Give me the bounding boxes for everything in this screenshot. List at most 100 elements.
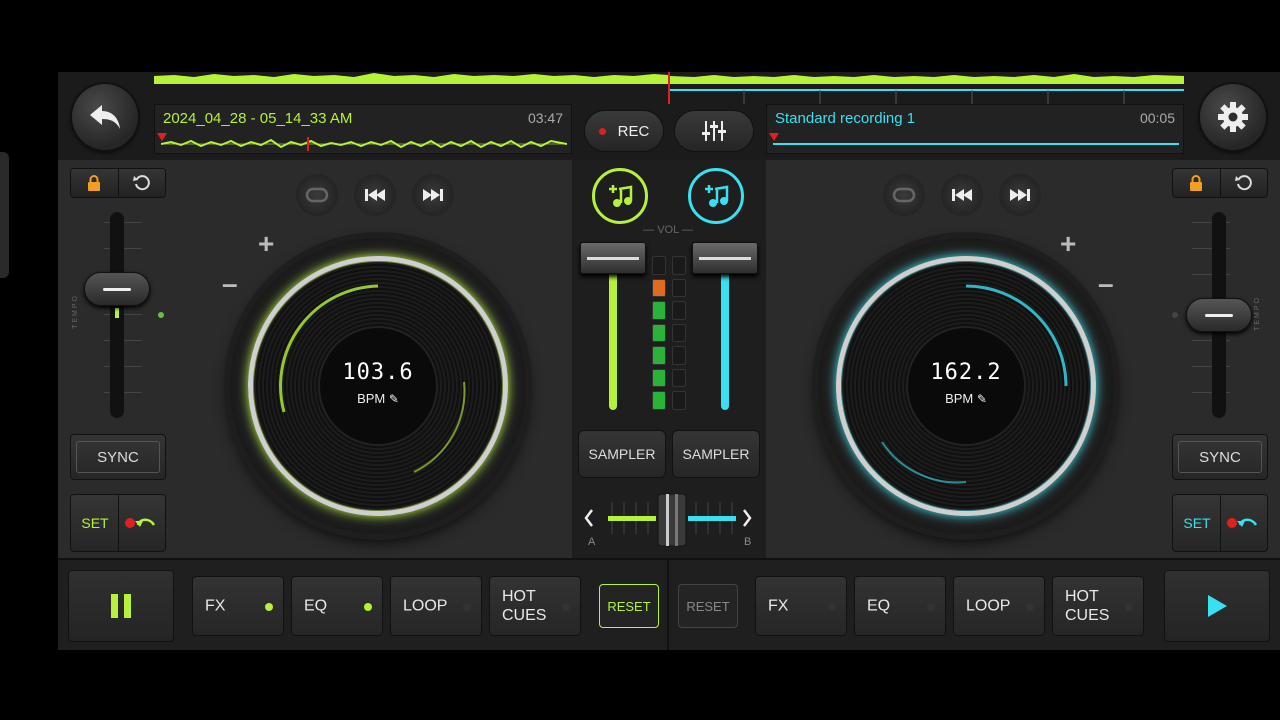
- deck-b-bpm-label-row: BPM ✎: [908, 391, 1024, 406]
- deck-a-track-panel[interactable]: 2024_04_28 - 05_14_33 AM 03:47: [154, 104, 572, 154]
- edit-pencil-icon: ✎: [388, 392, 399, 406]
- lock-icon: [88, 175, 101, 191]
- deck-a-track-time: 03:47: [527, 110, 563, 126]
- deck-a-loop-label: LOOP: [403, 597, 448, 615]
- deck-a-hot-cues-button[interactable]: HOT CUES: [489, 576, 581, 636]
- deck-b-jog-wheel[interactable]: 162.2 BPM ✎: [818, 238, 1114, 534]
- deck-b-cue-return-button[interactable]: [1220, 494, 1268, 552]
- deck-a-bpm-label-row: BPM ✎: [320, 391, 436, 406]
- crossfader[interactable]: A B: [578, 490, 768, 554]
- top-bar: 2024_04_28 - 05_14_33 AM 03:47 REC Stand…: [58, 72, 1280, 160]
- dj-app: 2024_04_28 - 05_14_33 AM 03:47 REC Stand…: [58, 72, 1280, 650]
- deck-a-playhead: [157, 133, 167, 141]
- deck-b-fx-led: [828, 603, 836, 611]
- deck-b-hot-cues-led: [1125, 603, 1133, 611]
- deck-b-tempo-knob[interactable]: [1186, 298, 1252, 332]
- loop-icon: [305, 187, 329, 203]
- deck-b-next-button[interactable]: [999, 174, 1041, 216]
- deck-b-fx-label: FX: [768, 597, 789, 615]
- deck-b-bpm-display[interactable]: 162.2 BPM ✎: [906, 326, 1026, 446]
- rec-dot-icon: [598, 127, 606, 135]
- deck-a-pitch-minus-icon[interactable]: –: [222, 268, 238, 300]
- deck-a-pause-button[interactable]: [68, 570, 174, 642]
- deck-b-tempo-fader[interactable]: TEMPO: [1172, 212, 1262, 432]
- deck-a-tempo-fader[interactable]: TEMPO: [72, 212, 166, 432]
- deck-a-loop-led: [463, 603, 471, 611]
- deck-b-reset-tempo-button[interactable]: [1220, 169, 1267, 197]
- deck-b-mini-waveform[interactable]: [773, 137, 1179, 151]
- deck-a-add-music-button[interactable]: [592, 168, 648, 224]
- deck-a-tempo-knob[interactable]: [84, 272, 150, 306]
- deck-a-eq-led: [364, 603, 372, 611]
- deck-b-tempo-led: [1172, 312, 1178, 318]
- deck-a-bpm-value: 103.6: [342, 360, 414, 385]
- deck-a-reset-button[interactable]: RESET: [599, 584, 659, 628]
- deck-b-eq-button[interactable]: EQ: [854, 576, 946, 636]
- deck-a-next-button[interactable]: [412, 174, 454, 216]
- deck-a-pitch-plus-icon[interactable]: +: [258, 228, 274, 260]
- skip-forward-icon: [1010, 189, 1030, 201]
- deck-b-sync-button[interactable]: SYNC: [1172, 434, 1268, 480]
- deck-b-fx-button[interactable]: FX: [755, 576, 847, 636]
- vol-label: — VOL —: [643, 224, 693, 236]
- add-music-icon: [705, 185, 729, 207]
- deck-a-bpm-display[interactable]: 103.6 BPM ✎: [318, 326, 438, 446]
- deck-a-loop-button[interactable]: LOOP: [390, 576, 482, 636]
- deck-a-reset-tempo-button[interactable]: [118, 169, 165, 197]
- vol-label-text: VOL: [657, 224, 679, 236]
- mixer-settings-button[interactable]: [674, 110, 754, 152]
- crossfader-a-label: A: [588, 536, 596, 548]
- deck-b-play-button[interactable]: [1164, 570, 1270, 642]
- deck-b-add-music-button[interactable]: [688, 168, 744, 224]
- deck-a-fx-label: FX: [205, 597, 226, 615]
- deck-a-track-name: 2024_04_28 - 05_14_33 AM: [163, 110, 353, 127]
- side-handle[interactable]: [0, 152, 9, 278]
- reset-icon: [132, 175, 150, 191]
- deck-a-set-label: SET: [81, 515, 109, 531]
- deck-b-loop-button[interactable]: LOOP: [953, 576, 1045, 636]
- deck-a-volume-cap[interactable]: [580, 242, 646, 274]
- add-music-icon: [609, 185, 633, 207]
- deck-a-loop-sync-button[interactable]: [296, 174, 338, 216]
- deck-b-sync-label: SYNC: [1199, 448, 1241, 466]
- deck-a-prev-button[interactable]: [354, 174, 396, 216]
- deck-a-mini-waveform[interactable]: [161, 137, 567, 151]
- deck-a-fx-led: [265, 603, 273, 611]
- deck-b-lock-button[interactable]: [1173, 169, 1221, 197]
- deck-b-pitch-plus-icon[interactable]: +: [1060, 228, 1076, 260]
- deck-b-pitch-minus-icon[interactable]: –: [1098, 268, 1114, 300]
- deck-b-hot-cues-button[interactable]: HOT CUES: [1052, 576, 1144, 636]
- deck-b-set-cue-button[interactable]: SET: [1172, 494, 1222, 552]
- deck-a-volume-rail: [609, 250, 617, 410]
- deck-b-track-panel[interactable]: Standard recording 1 00:05: [766, 104, 1184, 154]
- deck-b-volume-fader[interactable]: [692, 242, 758, 412]
- deck-a-cue-return-button[interactable]: [118, 494, 166, 552]
- overview-waveform[interactable]: [154, 72, 1184, 104]
- deck-b-loop-sync-button[interactable]: [883, 174, 925, 216]
- deck-b-volume-rail: [721, 250, 729, 410]
- skip-back-icon: [952, 189, 972, 201]
- play-icon: [1208, 595, 1227, 617]
- deck-b-reset-label: RESET: [686, 598, 730, 614]
- settings-button[interactable]: [1200, 84, 1266, 150]
- deck-b-reset-button[interactable]: RESET: [678, 584, 738, 628]
- deck-b-sampler-button[interactable]: SAMPLER: [672, 430, 760, 478]
- deck-a-set-cue-button[interactable]: SET: [70, 494, 120, 552]
- deck-a-tempo-label: TEMPO: [72, 294, 79, 329]
- deck-a-fx-button[interactable]: FX: [192, 576, 284, 636]
- deck-a-jog-wheel[interactable]: 103.6 BPM ✎: [230, 238, 526, 534]
- cue-return-icon: [1227, 518, 1258, 528]
- back-button[interactable]: [72, 84, 138, 150]
- deck-a-sampler-button[interactable]: SAMPLER: [578, 430, 666, 478]
- loop-icon: [892, 187, 916, 203]
- pause-icon: [111, 594, 131, 618]
- deck-a-eq-button[interactable]: EQ: [291, 576, 383, 636]
- rec-button[interactable]: REC: [584, 110, 664, 152]
- deck-a-lock-button[interactable]: [71, 169, 119, 197]
- deck-a-volume-fader[interactable]: [580, 242, 646, 412]
- deck-b-volume-cap[interactable]: [692, 242, 758, 274]
- deck-b-tempo-label: TEMPO: [1254, 296, 1261, 331]
- deck-b-prev-button[interactable]: [941, 174, 983, 216]
- deck-b-track-name: Standard recording 1: [775, 110, 916, 127]
- deck-a-sync-button[interactable]: SYNC: [70, 434, 166, 480]
